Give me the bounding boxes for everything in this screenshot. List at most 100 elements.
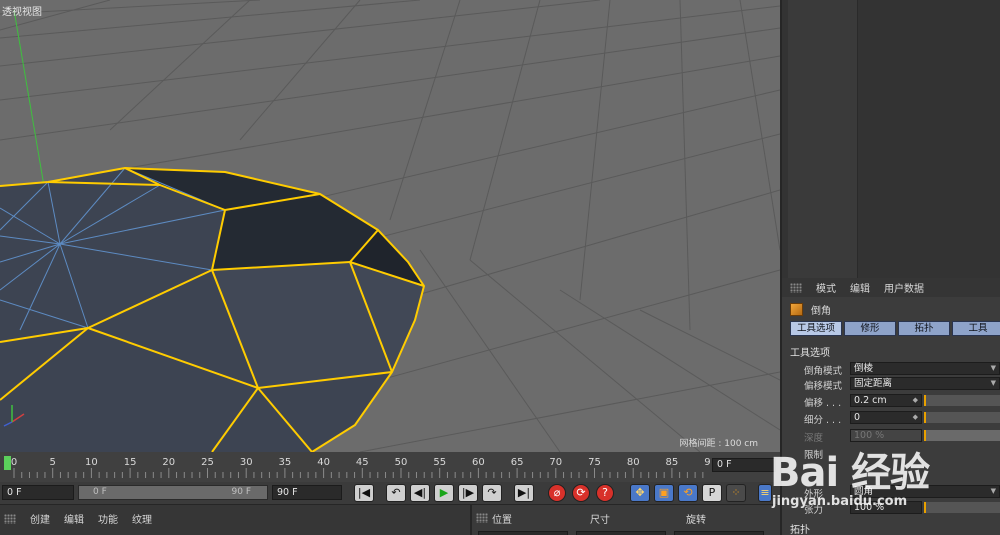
- record-parameter-icon[interactable]: P: [702, 484, 722, 502]
- menu-edit-material[interactable]: 编辑: [64, 511, 84, 526]
- timeline-tick-label: 80: [627, 457, 640, 468]
- timeline[interactable]: 0 5 10 15 20 25 30 35 40 45 50 55 60 65 70 75 80 85 90 0 F: [0, 452, 780, 482]
- viewport-label: 透视视图: [2, 7, 42, 18]
- coordinates-panel: 位置 尺寸 旋转: [470, 505, 780, 535]
- point-level-animation-icon[interactable]: ⁘: [726, 484, 746, 502]
- go-to-start-button[interactable]: |◀: [354, 484, 374, 502]
- offset-mode-select[interactable]: 固定距离 ▼: [850, 377, 1000, 390]
- menu-texture[interactable]: 纹理: [132, 511, 152, 526]
- timeline-tick-label: 0: [11, 457, 17, 468]
- attributes-menu-bar: 模式 编辑 用户数据: [782, 278, 1000, 297]
- record-active-objects-icon[interactable]: ⌀: [548, 484, 566, 502]
- record-scale-icon[interactable]: ▣: [654, 484, 674, 502]
- tension-input[interactable]: 100 %: [850, 501, 922, 514]
- grip-icon[interactable]: [4, 513, 16, 524]
- range-start-label: 0 F: [93, 487, 107, 497]
- go-to-end-button[interactable]: ▶|: [514, 484, 534, 502]
- section-topology: 拓扑: [790, 525, 810, 535]
- material-and-coordinates-bar: 创建 编辑 功能 纹理 位置 尺寸 旋转: [0, 504, 780, 535]
- menu-mode[interactable]: 模式: [816, 280, 836, 295]
- attributes-panel: 模式 编辑 用户数据 倒角 工具选项 修形 拓扑 工具 工具选项 倒角模式 倒棱…: [780, 278, 1000, 535]
- offset-slider[interactable]: [924, 395, 1000, 406]
- depth-input[interactable]: 100 %: [850, 429, 922, 442]
- timeline-tick-label: 55: [433, 457, 446, 468]
- timeline-tick-label: 25: [201, 457, 214, 468]
- timeline-tick-label: 15: [124, 457, 137, 468]
- attribute-tabs: 工具选项 修形 拓扑 工具: [790, 321, 1000, 336]
- position-x-field[interactable]: [478, 531, 568, 535]
- row-limit: 限制: [804, 450, 824, 461]
- tool-title: 倒角: [790, 302, 831, 317]
- record-rotation-icon[interactable]: ⟲: [678, 484, 698, 502]
- row-subdivision: 细分 . . . 0 ◆: [804, 411, 1000, 426]
- perspective-viewport[interactable]: 透视视图 网格间距 : 100 cm: [0, 0, 780, 452]
- timeline-tick-label: 35: [279, 457, 292, 468]
- tension-slider[interactable]: [924, 502, 1000, 513]
- timeline-tick-label: 30: [240, 457, 253, 468]
- current-frame-field[interactable]: 0 F: [712, 458, 776, 472]
- menu-function[interactable]: 功能: [98, 511, 118, 526]
- shape-select[interactable]: 圆角 ▼: [850, 485, 1000, 498]
- subdivision-slider[interactable]: [924, 412, 1000, 423]
- row-bevel-mode: 倒角模式 倒棱 ▼: [804, 362, 1000, 377]
- timeline-ruler[interactable]: 0 5 10 15 20 25 30 35 40 45 50 55 60 65 70 75 80 85 90: [0, 452, 710, 482]
- previous-key-button[interactable]: ↶: [386, 484, 406, 502]
- tab-tool-options[interactable]: 工具选项: [790, 321, 842, 336]
- range-end-label: 90 F: [231, 487, 252, 497]
- grip-icon[interactable]: [790, 282, 802, 293]
- row-offset: 偏移 . . . 0.2 cm ◆: [804, 394, 1000, 409]
- timeline-tick-label: 50: [395, 457, 408, 468]
- bevel-tool-icon: [790, 303, 803, 316]
- bevel-mode-select[interactable]: 倒棱 ▼: [850, 362, 1000, 375]
- tab-tool[interactable]: 工具: [952, 321, 1000, 336]
- menu-edit[interactable]: 编辑: [850, 280, 870, 295]
- timeline-tick-label: 60: [472, 457, 485, 468]
- coord-header-position: 位置: [492, 515, 512, 526]
- record-position-icon[interactable]: ✥: [630, 484, 650, 502]
- playhead-marker[interactable]: [4, 456, 11, 470]
- subdivision-input[interactable]: 0 ◆: [850, 411, 922, 424]
- timeline-tick-label: 90: [704, 457, 710, 468]
- grip-icon[interactable]: [476, 513, 488, 523]
- timeline-tick-label: 75: [588, 457, 601, 468]
- start-frame-field[interactable]: 0 F: [2, 485, 74, 500]
- timeline-tick-label: 5: [50, 457, 56, 468]
- object-manager-panel[interactable]: [780, 0, 1000, 278]
- row-offset-mode: 偏移模式 固定距离 ▼: [804, 377, 1000, 392]
- tab-topology[interactable]: 拓扑: [898, 321, 950, 336]
- end-frame-field[interactable]: 90 F: [272, 485, 342, 500]
- menu-user-data[interactable]: 用户数据: [884, 280, 924, 295]
- tool-title-text: 倒角: [811, 306, 831, 317]
- section-tool-options: 工具选项: [790, 348, 830, 359]
- material-manager-menu: 创建 编辑 功能 纹理: [4, 511, 152, 526]
- transport-bar: 0 F 0 F 90 F 90 F |◀ ↶ ◀| ▶ |▶ ↷ ▶| ⌀ ⟳ …: [0, 482, 780, 504]
- depth-slider[interactable]: [924, 430, 1000, 441]
- row-tension: 张力 100 %: [804, 501, 1000, 516]
- coord-header-size: 尺寸: [590, 515, 610, 526]
- timeline-tick-label: 40: [317, 457, 330, 468]
- next-frame-button[interactable]: |▶: [458, 484, 478, 502]
- preview-range-slider[interactable]: 0 F 90 F: [78, 485, 268, 500]
- autokey-icon[interactable]: ⟳: [572, 484, 590, 502]
- row-shape: 外形 圆角 ▼: [804, 485, 1000, 500]
- timeline-tick-label: 85: [666, 457, 679, 468]
- timeline-tick-label: 70: [549, 457, 562, 468]
- size-x-field[interactable]: [576, 531, 666, 535]
- offset-input[interactable]: 0.2 cm ◆: [850, 394, 922, 407]
- viewport-scene: [0, 0, 780, 452]
- play-button[interactable]: ▶: [434, 484, 454, 502]
- menu-create[interactable]: 创建: [30, 511, 50, 526]
- timeline-tick-label: 20: [162, 457, 175, 468]
- previous-frame-button[interactable]: ◀|: [410, 484, 430, 502]
- keyframe-selection-icon[interactable]: ?: [596, 484, 614, 502]
- coord-header-rotation: 旋转: [686, 515, 706, 526]
- timeline-tick-label: 65: [511, 457, 524, 468]
- next-key-button[interactable]: ↷: [482, 484, 502, 502]
- timeline-tick-label: 10: [85, 457, 98, 468]
- rotation-h-field[interactable]: [674, 531, 764, 535]
- timeline-tick-label: 45: [356, 457, 369, 468]
- scheme-menu-icon[interactable]: ≡: [758, 484, 772, 502]
- grid-spacing-label: 网格间距 : 100 cm: [679, 439, 758, 449]
- tab-shaping[interactable]: 修形: [844, 321, 896, 336]
- object-manager-column: [788, 0, 858, 278]
